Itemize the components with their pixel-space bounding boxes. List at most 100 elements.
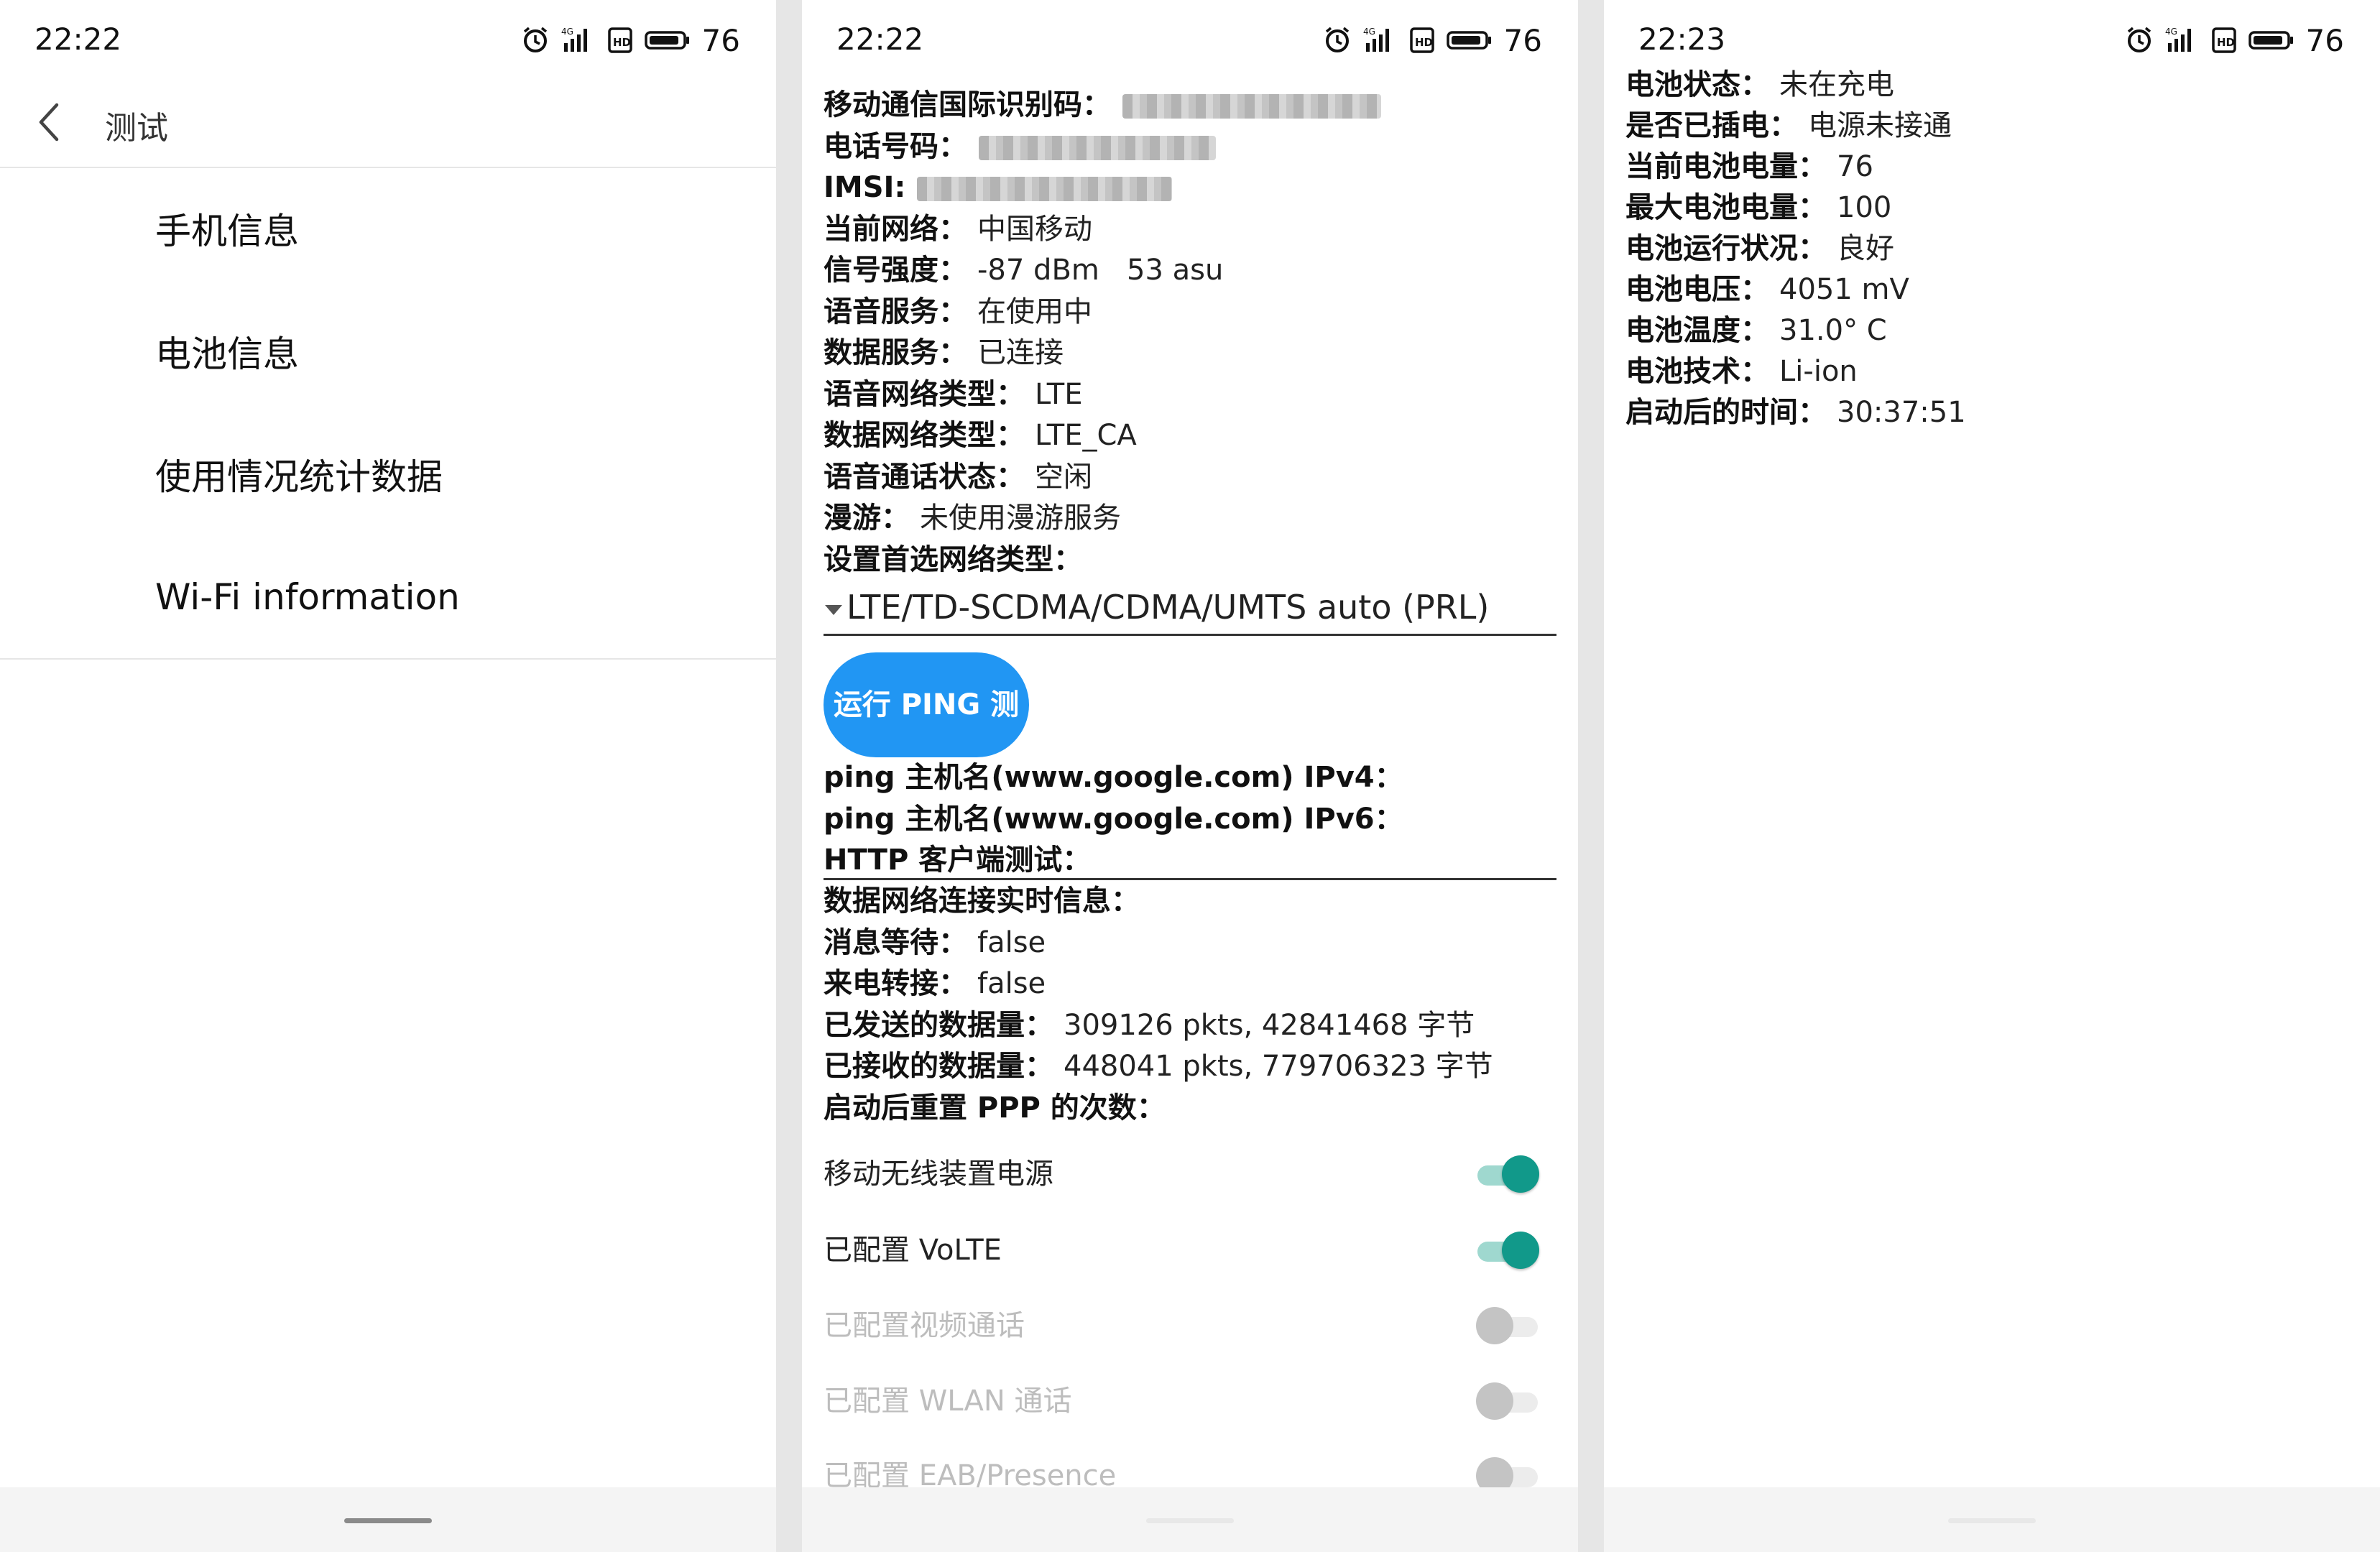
toggle-row-wlan-calling: 已配置 WLAN 通话 <box>824 1372 1542 1430</box>
info-row-data-network-type: 数据网络类型： LTE_CA <box>824 415 1542 457</box>
info-label: 信号强度： <box>824 254 967 287</box>
redacted-value <box>917 177 1173 201</box>
ping-ipv6-row: ping 主机名(www.google.com) IPv6： <box>824 802 1403 836</box>
test-menu-list: 手机信息 电池信息 使用情况统计数据 Wi-Fi information <box>0 167 776 660</box>
info-row-voice-service: 语音服务： 在使用中 <box>824 292 1542 333</box>
battery-percent: 76 <box>1503 22 1542 58</box>
battery-icon <box>1446 26 1493 55</box>
home-gesture-handle[interactable] <box>1146 1518 1234 1523</box>
info-label: 电池电压： <box>1625 273 1769 306</box>
hd-icon: HD <box>1409 26 1435 55</box>
ping-ipv4-row: ping 主机名(www.google.com) IPv4： <box>824 761 1403 794</box>
back-button[interactable] <box>27 95 70 152</box>
info-label: 语音服务： <box>824 295 967 328</box>
info-row-data-service: 数据服务： 已连接 <box>824 333 1542 374</box>
battery-icon <box>2248 26 2294 55</box>
menu-item-usage-stats[interactable]: 使用情况统计数据 <box>0 412 776 535</box>
run-ping-test-button[interactable]: 运行 PING 测试 <box>824 652 1029 826</box>
dropdown-arrow-icon <box>825 604 842 615</box>
svg-text:HD: HD <box>1415 36 1433 49</box>
info-label: 已发送的数据量： <box>824 1008 1053 1042</box>
info-row-temperature: 电池温度： 31.0° C <box>1625 310 2344 351</box>
info-row-network: 当前网络： 中国移动 <box>824 209 1542 251</box>
screen-phone-info: 22:22 4G HD 76 移动通信国际识别码： 电话号码： IMSI: 当前… <box>802 0 1578 1552</box>
info-row-uptime: 启动后的时间： 30:37:51 <box>1625 392 2344 433</box>
home-gesture-handle[interactable] <box>344 1518 432 1523</box>
toggle-row-volte[interactable]: 已配置 VoLTE <box>824 1221 1542 1279</box>
info-value: 在使用中 <box>977 295 1092 328</box>
toggle-row-radio-power[interactable]: 移动无线装置电源 <box>824 1145 1542 1203</box>
info-value: 空闲 <box>1035 460 1092 494</box>
info-label: 电话号码： <box>824 129 967 163</box>
toggle-label: 移动无线装置电源 <box>824 1158 1053 1191</box>
alarm-icon <box>2125 26 2154 55</box>
info-label: 电池运行状况： <box>1625 232 1827 265</box>
volte-switch[interactable] <box>1473 1232 1542 1269</box>
data-connection-info: 数据网络连接实时信息： 消息等待： false 来电转接： false 已发送的数据… <box>824 881 1542 1129</box>
redacted-value <box>1122 94 1381 119</box>
preferred-network-dropdown[interactable]: LTE/TD-SCDMA/CDMA/UMTS auto (PRL) <box>824 581 1556 636</box>
radio-power-switch[interactable] <box>1473 1155 1542 1193</box>
hd-icon: HD <box>607 26 633 55</box>
info-label: 是否已插电： <box>1625 109 1798 142</box>
menu-item-phone-info[interactable]: 手机信息 <box>0 167 776 290</box>
info-value: LTE_CA <box>1035 419 1137 452</box>
info-label: 电池状态： <box>1625 68 1769 101</box>
info-value: 中国移动 <box>977 212 1092 246</box>
info-row-technology: 电池技术： Li-ion <box>1625 351 2344 392</box>
info-value: Li-ion <box>1779 355 1858 388</box>
info-label: 电池温度： <box>1625 314 1769 347</box>
toggle-label: 已配置 WLAN 通话 <box>824 1385 1072 1418</box>
status-bar: 22:22 4G HD 76 <box>0 0 776 80</box>
info-value: 448041 pkts, 779706323 字节 <box>1064 1050 1493 1083</box>
menu-item-wifi-info[interactable]: Wi-Fi information <box>0 535 776 658</box>
info-label: 设置首选网络类型： <box>824 542 1082 576</box>
alarm-icon <box>1323 26 1352 55</box>
toggle-label: 已配置视频通话 <box>824 1309 1025 1342</box>
status-icons: 4G HD 76 <box>1323 22 1542 59</box>
screen-battery-info: 22:23 4G HD 76 电池状态： 未在充电 是否已插电： 电源未接通 当前电… <box>1604 0 2380 1552</box>
info-row-current-level: 当前电池电量： 76 <box>1625 147 2344 188</box>
info-label: 当前网络： <box>824 212 967 246</box>
status-time: 22:22 <box>34 22 122 57</box>
status-time: 22:23 <box>1638 22 1726 57</box>
hd-icon: HD <box>2211 26 2237 55</box>
info-label: 移动通信国际识别码： <box>824 88 1111 121</box>
info-row-phone-number: 电话号码： <box>824 126 1542 168</box>
battery-percent: 76 <box>701 22 740 58</box>
navigation-bar <box>1604 1487 2380 1552</box>
info-row-data-realtime: 数据网络连接实时信息： <box>824 881 1542 923</box>
info-label: 启动后的时间： <box>1625 396 1827 429</box>
svg-text:HD: HD <box>613 36 631 49</box>
info-value: 309126 pkts, 42841468 字节 <box>1064 1008 1475 1042</box>
menu-item-battery-info[interactable]: 电池信息 <box>0 290 776 412</box>
info-row-roaming: 漫游： 未使用漫游服务 <box>824 498 1542 540</box>
info-value: false <box>977 967 1046 1000</box>
info-label: 漫游： <box>824 502 910 535</box>
dropdown-selected-value: LTE/TD-SCDMA/CDMA/UMTS auto (PRL) <box>847 588 1490 627</box>
info-label: 数据网络连接实时信息： <box>824 884 1140 918</box>
info-row-data-received: 已接收的数据量： 448041 pkts, 779706323 字节 <box>824 1046 1542 1088</box>
info-label: 消息等待： <box>824 925 967 959</box>
info-label: 数据服务： <box>824 336 967 369</box>
http-client-test-row: HTTP 客户端测试： <box>824 844 1092 877</box>
info-value: -87 dBm 53 asu <box>977 254 1224 287</box>
wlan-calling-switch <box>1473 1382 1542 1420</box>
info-row-message-waiting: 消息等待： false <box>824 923 1542 964</box>
signal-4g-icon: 4G <box>561 26 596 55</box>
info-label: 来电转接： <box>824 967 967 1000</box>
title-bar: 测试 <box>0 80 776 168</box>
status-time: 22:22 <box>836 22 924 57</box>
chevron-left-icon <box>37 102 61 145</box>
home-gesture-handle[interactable] <box>1948 1518 2036 1523</box>
info-label: 启动后重置 PPP 的次数： <box>824 1091 1166 1124</box>
info-row-imsi: IMSI: <box>824 167 1542 209</box>
info-row-call-forwarding: 来电转接： false <box>824 964 1542 1005</box>
info-label: 电池技术： <box>1625 355 1769 388</box>
info-label: 当前电池电量： <box>1625 150 1827 183</box>
status-icons: 4G HD 76 <box>2125 22 2344 59</box>
page-title: 测试 <box>105 110 168 147</box>
info-row-preferred-network-label: 设置首选网络类型： <box>824 540 1542 581</box>
redacted-value <box>979 135 1216 160</box>
info-value: 4051 mV <box>1779 273 1909 306</box>
